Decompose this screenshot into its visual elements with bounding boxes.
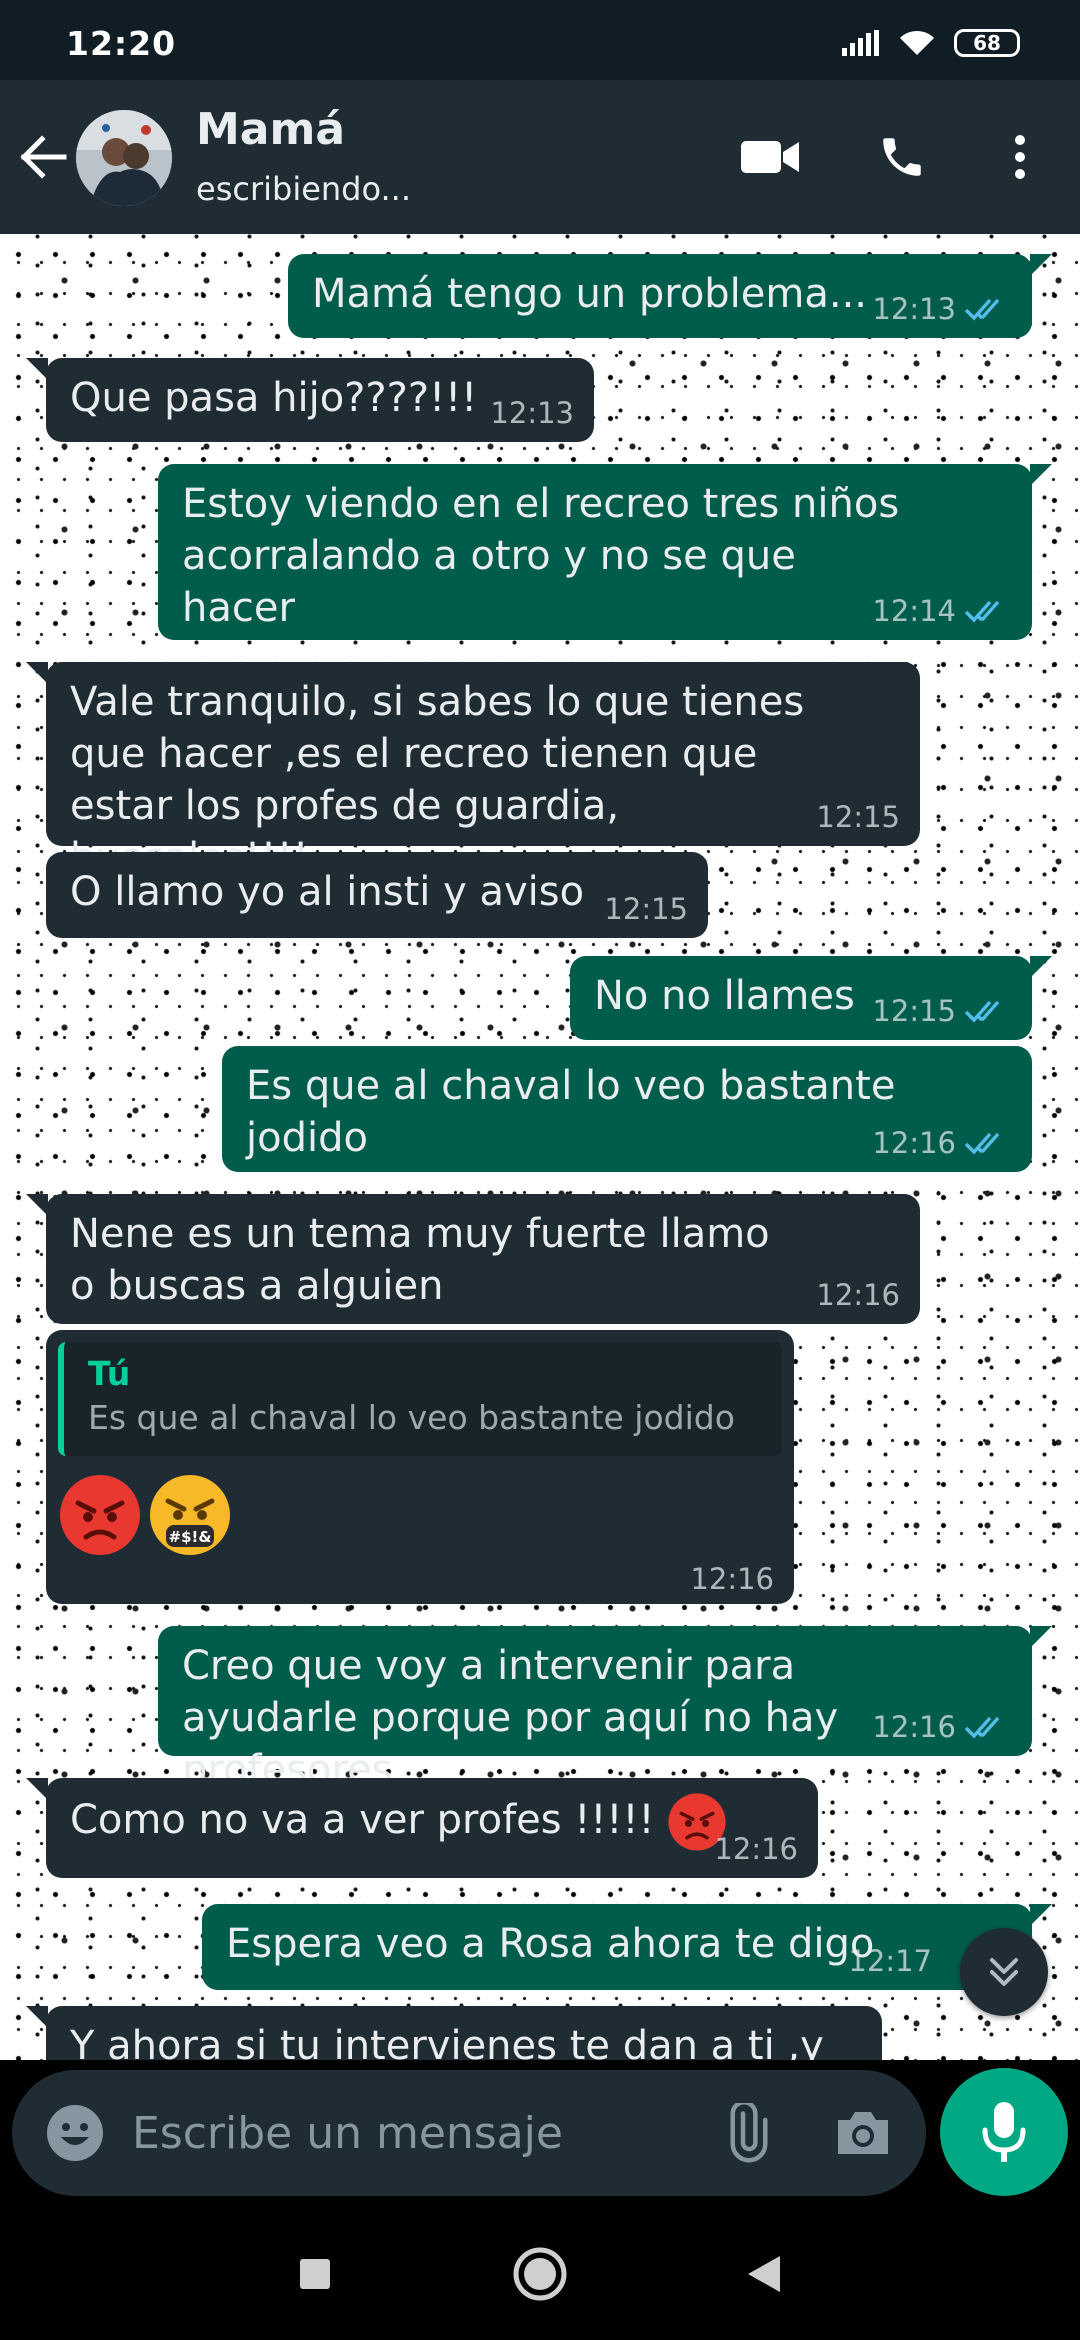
message-text: Creo que voy a intervenir para ayudarle … — [182, 1643, 839, 1793]
triangle-back-icon — [748, 2256, 780, 2292]
contact-name[interactable]: Mamá — [196, 104, 345, 155]
message-bubble[interactable]: Creo que voy a intervenir para ayudarle … — [158, 1626, 1052, 1793]
status-time: 12:20 — [66, 24, 177, 63]
video-call-icon — [741, 141, 799, 173]
read-ticks-icon — [964, 1716, 1000, 1739]
menu-button[interactable] — [1000, 125, 1040, 189]
phone-icon — [883, 138, 921, 176]
message-time: 12:16 — [872, 1126, 956, 1160]
back-button[interactable] — [16, 125, 72, 189]
contact-status: escribiendo... — [196, 170, 412, 208]
reply-message-bubble[interactable]: Tú Es que al chaval lo veo bastante jodi… — [46, 1330, 794, 1604]
message-text: Estoy viendo en el recreo tres niños aco… — [182, 481, 900, 631]
message-time: 12:16 — [816, 1278, 900, 1312]
face-with-symbols-over-mouth-icon: #$!& — [150, 1475, 230, 1555]
double-chevron-down-icon — [990, 1958, 1018, 1986]
emoji-icon — [47, 2105, 103, 2161]
message-time: 12:14 — [872, 594, 956, 628]
message-text: Vale tranquilo, si sabes lo que tienes q… — [70, 679, 805, 881]
camera-button[interactable] — [830, 2100, 896, 2166]
message-time: 12:16 — [690, 1562, 774, 1596]
voice-message-button[interactable] — [940, 2068, 1068, 2196]
read-ticks-icon — [964, 1132, 1000, 1155]
message-bubble[interactable]: Vale tranquilo, si sabes lo que tienes q… — [26, 662, 920, 881]
video-call-button[interactable] — [738, 125, 802, 189]
recents-button[interactable] — [285, 2244, 345, 2304]
message-time: 12:15 — [872, 994, 956, 1028]
chat-area[interactable]: Mamá tengo un problema... 12:13 Que pasa… — [0, 234, 1080, 2060]
avatar[interactable] — [76, 110, 172, 206]
message-bubble[interactable]: Como no va a ver profes !!!!! 12:16 — [26, 1778, 818, 1878]
read-ticks-icon — [964, 600, 1000, 623]
message-text: Espera veo a Rosa ahora te digo — [226, 1921, 875, 1967]
angry-face-icon — [60, 1475, 140, 1555]
signal-icon — [842, 30, 879, 56]
more-vert-icon — [1015, 135, 1025, 179]
message-composer — [12, 2070, 926, 2196]
home-circle-icon — [513, 2247, 567, 2301]
square-icon — [300, 2259, 330, 2289]
message-time: 12:15 — [604, 892, 688, 926]
message-text: Como no va a ver profes !!!!! — [70, 1797, 655, 1843]
wifi-icon — [900, 30, 934, 55]
read-ticks-icon — [964, 298, 1000, 321]
battery-indicator: 68 — [954, 29, 1020, 57]
message-bubble[interactable]: Que pasa hijo????!!! 12:13 — [26, 358, 594, 442]
microphone-icon — [982, 2102, 1026, 2162]
message-bubble[interactable]: Espera veo a Rosa ahora te digo 12:17 — [202, 1904, 1052, 1990]
message-bubble[interactable]: O llamo yo al insti y aviso 12:15 — [46, 852, 708, 938]
message-time: 12:16 — [714, 1832, 798, 1866]
message-time: 12:17 — [848, 1944, 932, 1978]
svg-text:#$!&: #$!& — [169, 1528, 212, 1546]
scroll-to-bottom-button[interactable] — [960, 1928, 1048, 2016]
camera-icon — [838, 2112, 888, 2154]
message-time: 12:13 — [490, 396, 574, 430]
message-bubble[interactable]: No no llames 12:15 — [570, 956, 1052, 1040]
message-text: No no llames — [594, 973, 855, 1019]
quoted-message[interactable]: Tú Es que al chaval lo veo bastante jodi… — [58, 1342, 782, 1456]
attach-button[interactable] — [710, 2100, 776, 2166]
quote-text: Es que al chaval lo veo bastante jodido — [88, 1398, 735, 1437]
message-text: Que pasa hijo????!!! — [70, 375, 478, 421]
read-ticks-icon — [964, 1000, 1000, 1023]
message-text: Es que al chaval lo veo bastante jodido — [246, 1063, 896, 1161]
message-text: O llamo yo al insti y aviso — [70, 869, 585, 915]
message-bubble[interactable]: Estoy viendo en el recreo tres niños aco… — [158, 464, 1052, 640]
arrow-left-icon — [20, 135, 67, 179]
voice-call-button[interactable] — [870, 125, 934, 189]
message-input[interactable] — [132, 2100, 672, 2166]
emoji-button[interactable] — [42, 2100, 108, 2166]
message-bubble[interactable]: Mamá tengo un problema... 12:13 — [288, 254, 1052, 338]
message-bubble[interactable]: Es que al chaval lo veo bastante jodido … — [222, 1046, 1032, 1172]
message-time: 12:13 — [872, 292, 956, 326]
message-text: Y ahora si tu intervienes te dan a ti ,y… — [70, 2023, 824, 2060]
system-back-button[interactable] — [734, 2244, 794, 2304]
message-time: 12:15 — [816, 800, 900, 834]
quote-author: Tú — [88, 1354, 131, 1393]
message-text: Mamá tengo un problema... — [312, 271, 868, 317]
home-button[interactable] — [510, 2244, 570, 2304]
message-time: 12:16 — [872, 1710, 956, 1744]
message-text: Nene es un tema muy fuerte llamo o busca… — [70, 1211, 770, 1309]
emoji-row: #$!& — [58, 1470, 782, 1560]
message-bubble[interactable]: Nene es un tema muy fuerte llamo o busca… — [26, 1194, 920, 1324]
status-icons: 68 — [842, 28, 1020, 58]
chat-header: Mamá escribiendo... — [0, 80, 1080, 234]
status-bar: 12:20 68 — [0, 0, 1080, 80]
system-navigation-bar — [0, 2208, 1080, 2340]
paperclip-icon — [730, 2103, 768, 2163]
message-bubble[interactable]: Y ahora si tu intervienes te dan a ti ,y… — [26, 2006, 882, 2060]
